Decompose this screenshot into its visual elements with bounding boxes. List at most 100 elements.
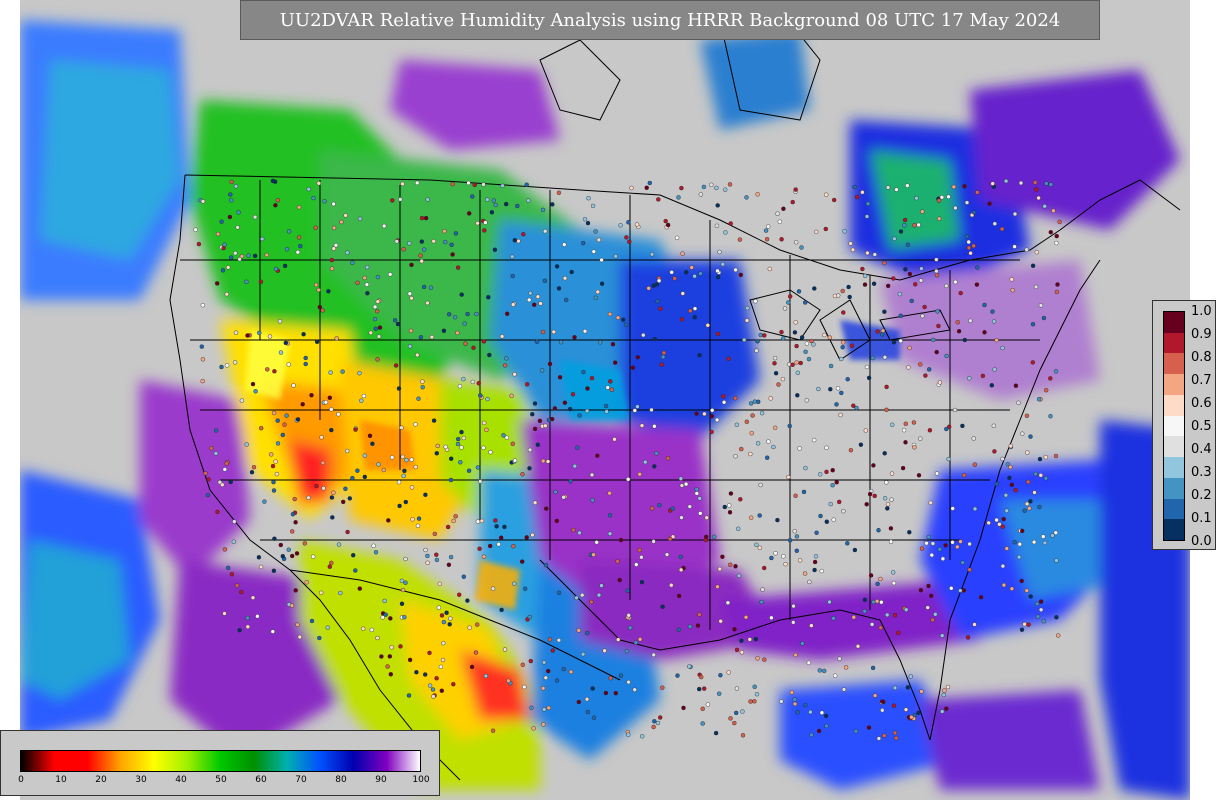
station-dot: [271, 410, 277, 416]
station-dot: [459, 292, 464, 297]
station-dot: [892, 685, 898, 691]
station-dot: [564, 297, 569, 303]
station-dot: [994, 338, 999, 343]
station-dot: [529, 705, 534, 710]
station-dot: [732, 627, 737, 632]
station-dot: [880, 699, 885, 704]
station-dot: [630, 365, 636, 370]
station-dot: [585, 630, 590, 636]
station-dot: [898, 338, 903, 344]
station-dot: [795, 710, 800, 715]
station-dot: [980, 373, 986, 379]
station-dot: [794, 534, 800, 539]
station-dot: [296, 205, 302, 210]
station-dot: [902, 223, 907, 228]
station-dot: [431, 238, 436, 244]
station-dot: [853, 729, 859, 734]
station-dot: [736, 573, 742, 578]
station-dot: [272, 369, 277, 374]
station-dot: [423, 672, 428, 677]
station-dot: [721, 394, 726, 399]
station-dot: [773, 425, 778, 430]
station-dot: [550, 202, 555, 207]
station-dot: [966, 239, 971, 245]
station-dot: [403, 556, 408, 562]
station-dot: [1053, 369, 1059, 374]
station-dot: [902, 217, 908, 223]
station-dot: [267, 334, 273, 339]
station-dot: [652, 424, 657, 429]
station-dot: [603, 403, 609, 409]
station-dot: [295, 622, 300, 627]
station-dot: [531, 726, 536, 731]
station-dot: [637, 547, 642, 553]
station-dot: [944, 353, 949, 359]
station-dot: [637, 472, 642, 477]
station-dot: [1003, 178, 1009, 184]
station-dot: [776, 382, 781, 387]
station-dot: [1022, 622, 1027, 627]
station-dot: [502, 363, 508, 368]
station-dot: [590, 203, 596, 209]
station-dot: [392, 318, 398, 323]
station-dot: [317, 635, 322, 641]
station-dot: [799, 245, 804, 250]
station-dot: [862, 273, 868, 279]
station-dot: [222, 547, 228, 552]
station-dot: [791, 620, 796, 625]
station-dot: [968, 250, 973, 256]
station-dot: [286, 362, 291, 367]
station-dot: [233, 250, 238, 256]
station-dot: [962, 473, 967, 478]
station-dot: [726, 356, 731, 361]
station-dot: [316, 287, 321, 293]
station-dot: [540, 207, 546, 213]
station-dot: [717, 566, 722, 572]
station-dot: [848, 241, 853, 246]
station-dot: [488, 543, 493, 549]
station-dot: [1024, 588, 1029, 593]
station-dot: [428, 285, 434, 290]
station-dot: [593, 295, 598, 300]
station-dot: [923, 373, 928, 378]
station-dot: [414, 670, 419, 675]
station-dot: [936, 323, 941, 329]
station-dot: [831, 616, 836, 621]
rh-tick-label: 30: [135, 775, 147, 785]
station-dot: [852, 547, 858, 553]
map-frame[interactable]: [20, 0, 1190, 800]
station-dot: [758, 482, 763, 488]
station-dot: [783, 562, 788, 567]
observation-tick-label: 0.3: [1191, 465, 1212, 480]
station-dot: [794, 343, 799, 349]
station-dot: [1038, 473, 1043, 478]
station-dot: [832, 197, 837, 203]
station-dot: [871, 281, 877, 286]
station-dot: [911, 420, 917, 425]
station-dot: [850, 247, 856, 253]
station-dot: [585, 709, 590, 715]
station-dot: [509, 393, 514, 398]
station-dot: [596, 592, 602, 598]
station-dot: [493, 518, 498, 523]
station-dot: [872, 252, 877, 257]
station-dot: [797, 446, 802, 451]
station-dot: [967, 567, 972, 572]
station-dot: [1033, 284, 1039, 290]
station-dot: [213, 451, 219, 456]
station-dot: [244, 442, 249, 447]
station-dot: [892, 236, 897, 242]
station-dot: [386, 518, 391, 523]
station-dot: [439, 613, 445, 618]
station-dot: [1030, 360, 1035, 365]
station-dot: [284, 246, 290, 252]
station-dot: [885, 506, 890, 511]
station-dot: [755, 192, 760, 197]
station-dot: [683, 481, 689, 487]
station-dot: [253, 389, 258, 394]
station-dot: [475, 465, 481, 470]
station-dot: [512, 372, 517, 377]
station-dot: [803, 349, 808, 354]
station-dot: [425, 560, 430, 565]
station-dot: [222, 467, 228, 472]
